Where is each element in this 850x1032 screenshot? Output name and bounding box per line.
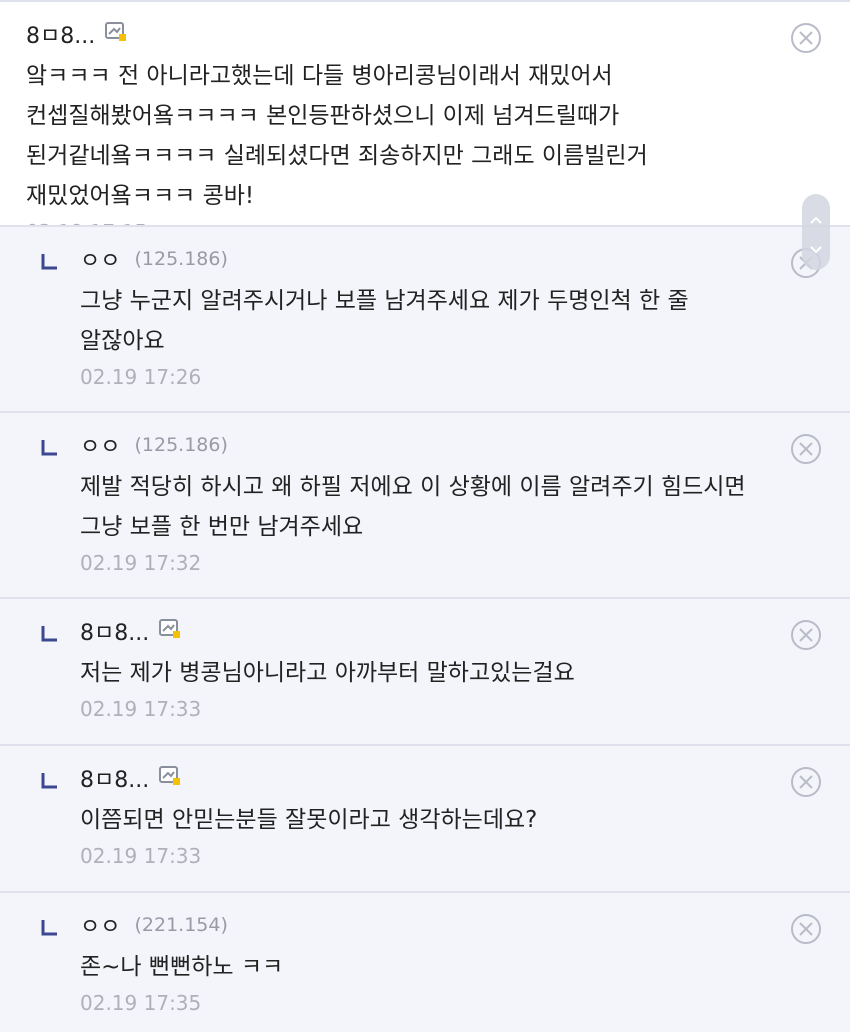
reply-author[interactable]: ㅇㅇ xyxy=(80,243,120,275)
reply-date: 02.19 17:26 xyxy=(80,365,202,389)
reply-text: 그냥 누군지 알려주시거나 보플 남겨주세요 제가 두명인척 한 줄 알잖아요 xyxy=(80,288,689,354)
reply-arrow-icon xyxy=(40,253,58,271)
chevron-down-icon[interactable] xyxy=(809,240,823,259)
reply-date: 02.19 17:33 xyxy=(80,844,202,868)
reply-ip: (125.186) xyxy=(134,434,228,456)
reply-item: ㅇㅇ (125.186) 제발 적당히 하시고 왜 하필 저에요 이 상황에 이… xyxy=(0,411,850,597)
reply-arrow-icon xyxy=(40,919,58,937)
reply-ip: (221.154) xyxy=(134,914,228,936)
reply-item: ㅇㅇ (221.154) 존~나 뻔뻔하노 ㅋㅋ 02.19 17:35 xyxy=(0,891,850,1032)
close-circle-icon[interactable] xyxy=(790,433,822,465)
reply-item: 8ㅁ8... 이쯤되면 안믿는분들 잘못이라고 생각하는데요? 02.19 17… xyxy=(0,744,850,891)
comment-list: 8ㅁ8... 앜ㅋㅋㅋ 전 아니라고했는데 다들 병아리콩님이래서 재밌어서 컨… xyxy=(0,0,850,1032)
reply-date: 02.19 17:35 xyxy=(80,991,202,1015)
reply-header: ㅇㅇ (125.186) xyxy=(80,241,760,277)
chevron-up-icon[interactable] xyxy=(809,210,823,229)
reply-text: 제발 적당히 하시고 왜 하필 저에요 이 상황에 이름 알려주기 힘드시면 그… xyxy=(80,474,746,540)
reply-date: 02.19 17:32 xyxy=(80,551,202,575)
reply-author[interactable]: ㅇㅇ xyxy=(80,909,120,941)
close-circle-icon[interactable] xyxy=(790,913,822,945)
comment-item: 8ㅁ8... 앜ㅋㅋㅋ 전 아니라고했는데 다들 병아리콩님이래서 재밌어서 컨… xyxy=(0,0,850,244)
reply-author[interactable]: 8ㅁ8... xyxy=(80,615,149,647)
reply-item: ㅇㅇ (125.186) 그냥 누군지 알려주시거나 보플 남겨주세요 제가 두… xyxy=(0,225,850,411)
reply-header: 8ㅁ8... xyxy=(80,613,760,649)
comment-header: 8ㅁ8... xyxy=(26,16,760,52)
close-circle-icon[interactable] xyxy=(790,22,822,54)
close-circle-icon[interactable] xyxy=(790,766,822,798)
reply-item: 8ㅁ8... 저는 제가 병콩님아니라고 아까부터 말하고있는걸요 02.19 … xyxy=(0,597,850,744)
reply-arrow-icon xyxy=(40,625,58,643)
close-circle-icon[interactable] xyxy=(790,619,822,651)
reply-date: 02.19 17:33 xyxy=(80,697,202,721)
gallog-icon[interactable] xyxy=(159,619,181,639)
reply-text: 존~나 뻔뻔하노 ㅋㅋ xyxy=(80,954,284,980)
reply-text: 이쯤되면 안믿는분들 잘못이라고 생각하는데요? xyxy=(80,807,538,833)
gallog-icon[interactable] xyxy=(105,22,127,42)
scroll-nav-button[interactable] xyxy=(802,194,830,270)
reply-author[interactable]: ㅇㅇ xyxy=(80,429,120,461)
reply-text: 저는 제가 병콩님아니라고 아까부터 말하고있는걸요 xyxy=(80,660,575,686)
reply-header: ㅇㅇ (221.154) xyxy=(80,907,760,943)
reply-arrow-icon xyxy=(40,439,58,457)
comment-author[interactable]: 8ㅁ8... xyxy=(26,18,95,50)
reply-header: 8ㅁ8... xyxy=(80,760,760,796)
reply-arrow-icon xyxy=(40,772,58,790)
comment-text: 앜ㅋㅋㅋ 전 아니라고했는데 다들 병아리콩님이래서 재밌어서 컨셉질해봤어욬ㅋ… xyxy=(26,63,648,209)
reply-header: ㅇㅇ (125.186) xyxy=(80,427,760,463)
reply-author[interactable]: 8ㅁ8... xyxy=(80,762,149,794)
reply-ip: (125.186) xyxy=(134,248,228,270)
gallog-icon[interactable] xyxy=(159,766,181,786)
